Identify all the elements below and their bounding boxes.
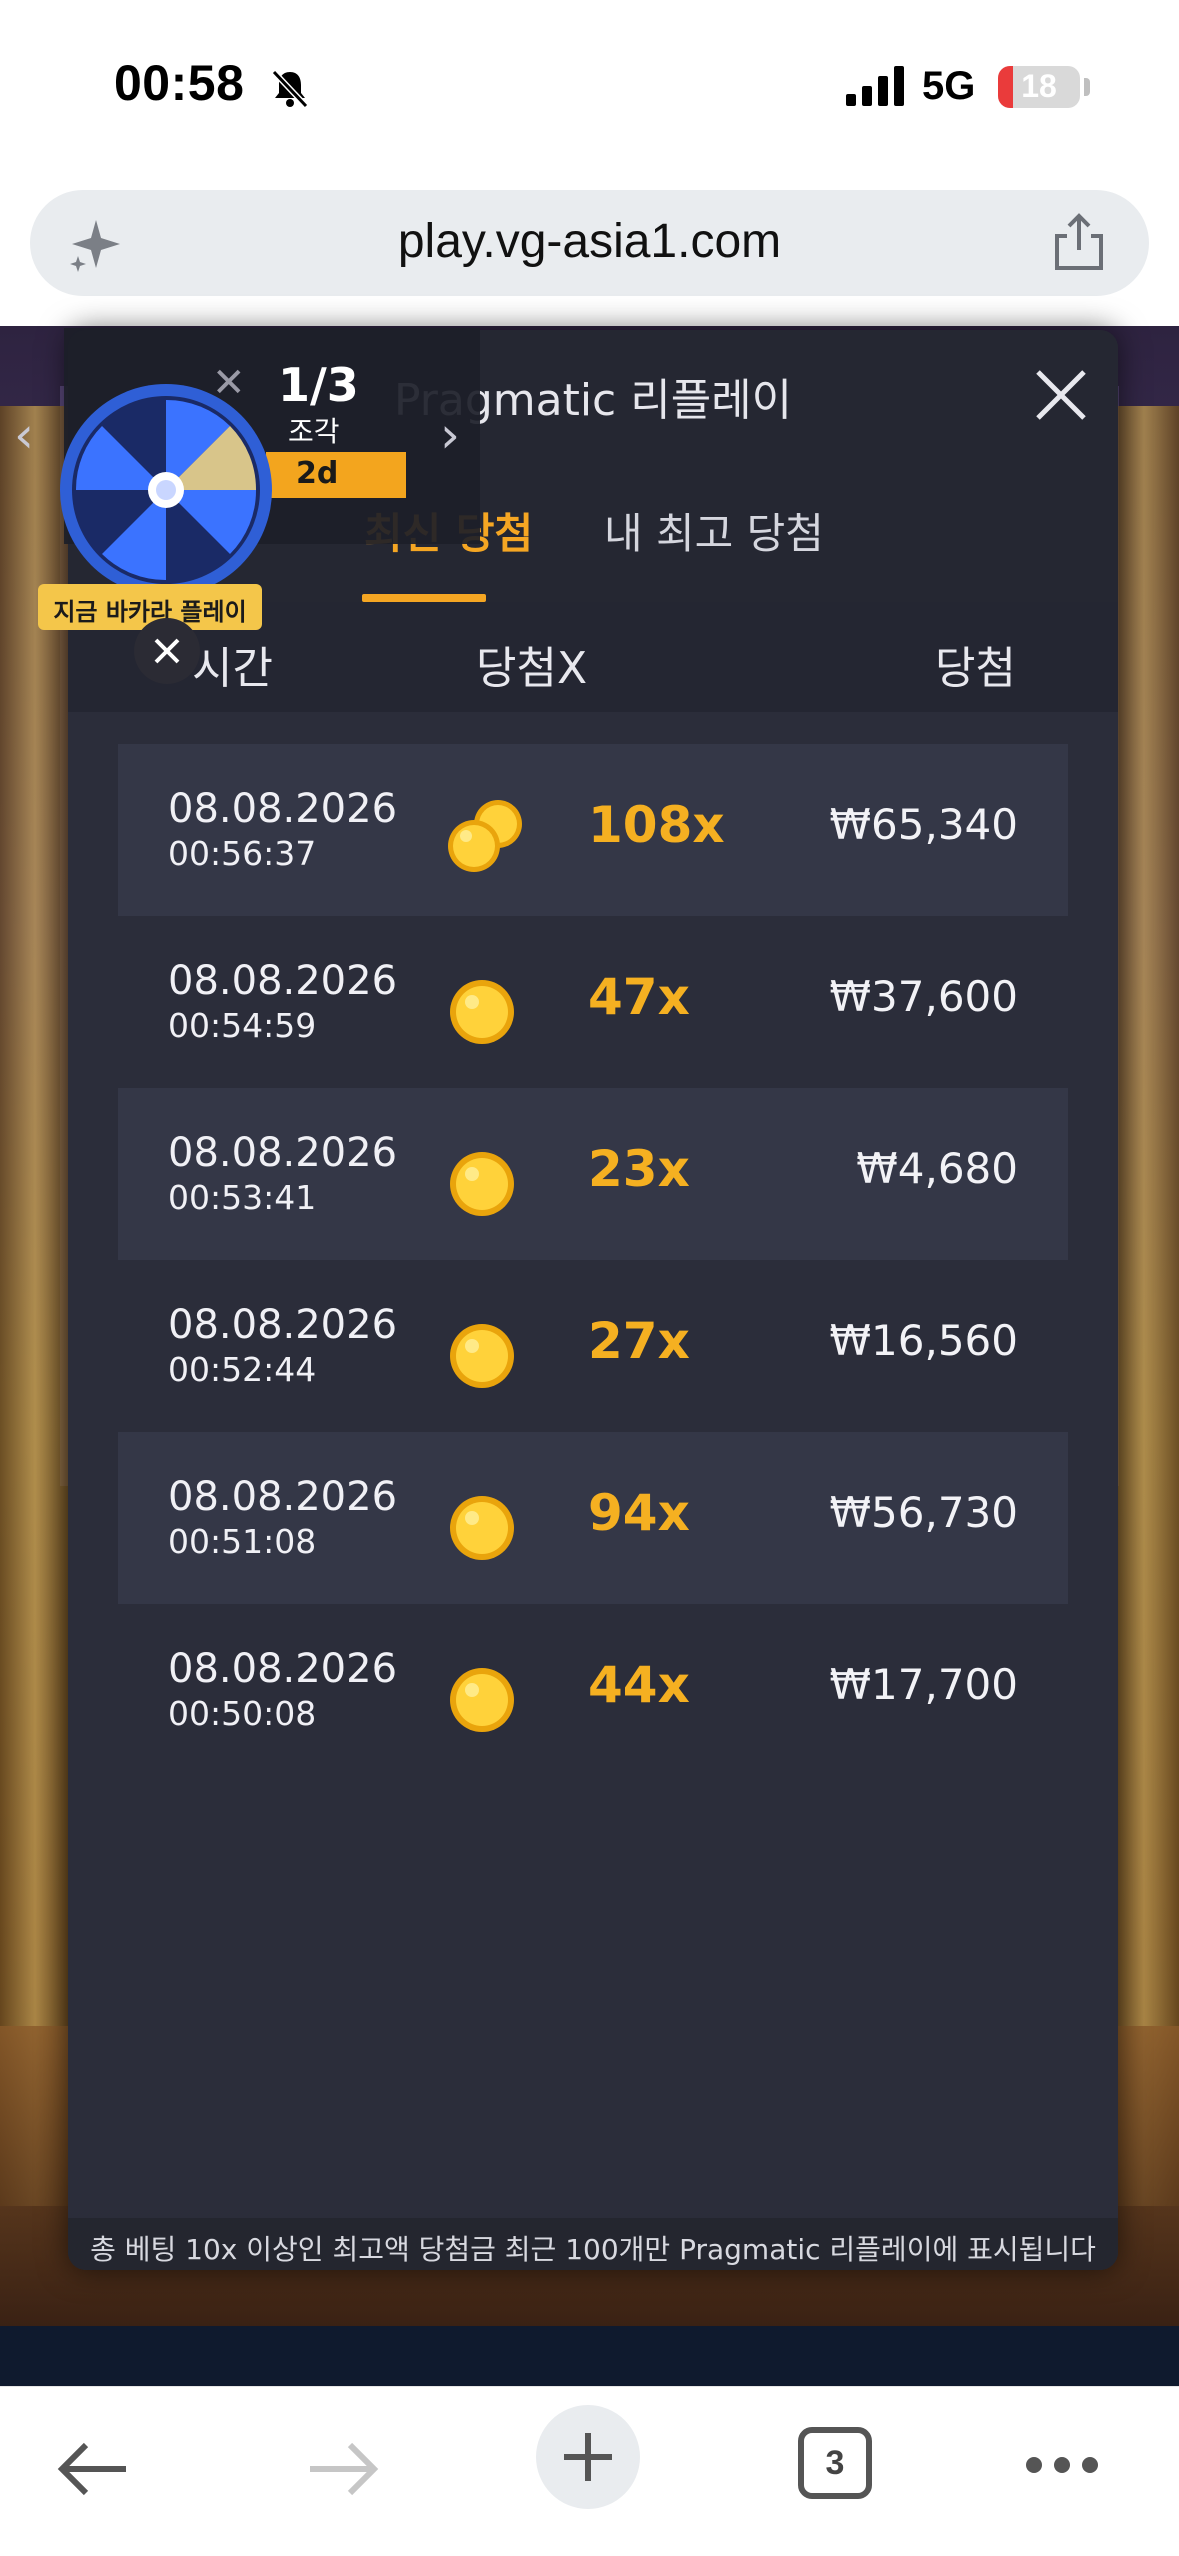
coin-icon: [450, 1668, 514, 1732]
close-icon[interactable]: [1030, 364, 1092, 426]
coin-icon: [450, 1324, 514, 1388]
row-multiplier: 27x: [588, 1312, 690, 1370]
row-win-amount: ₩17,700: [829, 1660, 1019, 1709]
row-win-amount: ₩56,730: [829, 1488, 1019, 1537]
network-label: 5G: [922, 64, 976, 108]
row-win-amount: ₩16,560: [829, 1316, 1019, 1365]
game-pillar-left: [0, 406, 70, 2206]
piece-label: 조각: [288, 415, 340, 448]
more-icon[interactable]: [1024, 2453, 1100, 2477]
column-header-win: 당첨: [935, 643, 1016, 694]
row-date: 08.08.2026: [168, 1474, 398, 1520]
widget-close-button[interactable]: [134, 618, 200, 684]
table-row[interactable]: 08.08.2026 00:50:08 44x ₩17,700: [118, 1604, 1068, 1776]
chevron-left-icon[interactable]: ‹: [14, 406, 34, 464]
row-multiplier: 94x: [588, 1484, 690, 1542]
coin-icon: [450, 1152, 514, 1216]
battery-cap: [1084, 78, 1090, 96]
column-header-multiplier: 당첨X: [476, 643, 588, 694]
row-win-amount: ₩4,680: [856, 1144, 1018, 1193]
tab-my-best-wins[interactable]: 내 최고 당첨: [604, 500, 824, 561]
forward-arrow-icon[interactable]: [304, 2439, 380, 2499]
chevron-right-icon[interactable]: ›: [440, 406, 460, 464]
row-time: 00:56:37: [168, 834, 317, 873]
coin-icon: [450, 1496, 514, 1560]
bell-slash-icon: [271, 69, 309, 109]
row-multiplier: 44x: [588, 1656, 690, 1714]
game-pillar-right: [1109, 406, 1179, 2206]
url-bar[interactable]: play.vg-asia1.com: [30, 190, 1149, 296]
status-time: 00:58: [114, 55, 245, 111]
coin-icon: [450, 980, 514, 1044]
battery-indicator: 18: [998, 66, 1080, 108]
table-row[interactable]: 08.08.2026 00:53:41 23x ₩4,680: [118, 1088, 1068, 1260]
row-date: 08.08.2026: [168, 1130, 398, 1176]
plus-icon: [564, 2433, 612, 2481]
back-arrow-icon[interactable]: [56, 2439, 132, 2499]
browser-bottom-nav: 3: [0, 2386, 1179, 2556]
row-multiplier: 23x: [588, 1140, 690, 1198]
url-text[interactable]: play.vg-asia1.com: [30, 214, 1149, 269]
row-date: 08.08.2026: [168, 786, 398, 832]
piece-count: 1/3: [278, 358, 359, 412]
new-tab-button[interactable]: [536, 2405, 640, 2509]
row-win-amount: ₩65,340: [829, 800, 1019, 849]
signal-icon: [846, 66, 904, 106]
piece-badge: 2d: [266, 452, 406, 498]
close-icon: [154, 638, 180, 664]
footer-note: 총 베팅 10x 이상인 최고액 당첨금 최근 100개만 Pragmatic …: [68, 2218, 1118, 2270]
row-time: 00:53:41: [168, 1178, 317, 1217]
tabs-button[interactable]: 3: [798, 2427, 872, 2499]
table-row[interactable]: 08.08.2026 00:54:59 47x ₩37,600: [118, 916, 1068, 1088]
coin-icon: [448, 800, 522, 872]
row-date: 08.08.2026: [168, 958, 398, 1004]
share-icon[interactable]: [1051, 212, 1107, 272]
row-time: 00:50:08: [168, 1694, 317, 1733]
table-row[interactable]: 08.08.2026 00:52:44 27x ₩16,560: [118, 1260, 1068, 1432]
row-time: 00:51:08: [168, 1522, 317, 1561]
row-multiplier: 47x: [588, 968, 690, 1026]
row-win-amount: ₩37,600: [829, 972, 1019, 1021]
replay-list: 08.08.2026 00:56:37 108x ₩65,340 08.08.2…: [118, 744, 1068, 1776]
game-bottom-band: [0, 2326, 1179, 2386]
active-tab-underline: [362, 594, 486, 602]
battery-level: 18: [1021, 68, 1057, 104]
table-row[interactable]: 08.08.2026 00:51:08 94x ₩56,730: [118, 1432, 1068, 1604]
row-time: 00:54:59: [168, 1006, 317, 1045]
wheel-icon[interactable]: [56, 380, 276, 600]
status-bar: 00:58 5G 18: [0, 0, 1179, 180]
row-multiplier: 108x: [588, 796, 725, 854]
row-date: 08.08.2026: [168, 1302, 398, 1348]
table-row[interactable]: 08.08.2026 00:56:37 108x ₩65,340: [118, 744, 1068, 916]
column-header-time: 시간: [192, 643, 273, 694]
row-date: 08.08.2026: [168, 1646, 398, 1692]
row-time: 00:52:44: [168, 1350, 317, 1389]
